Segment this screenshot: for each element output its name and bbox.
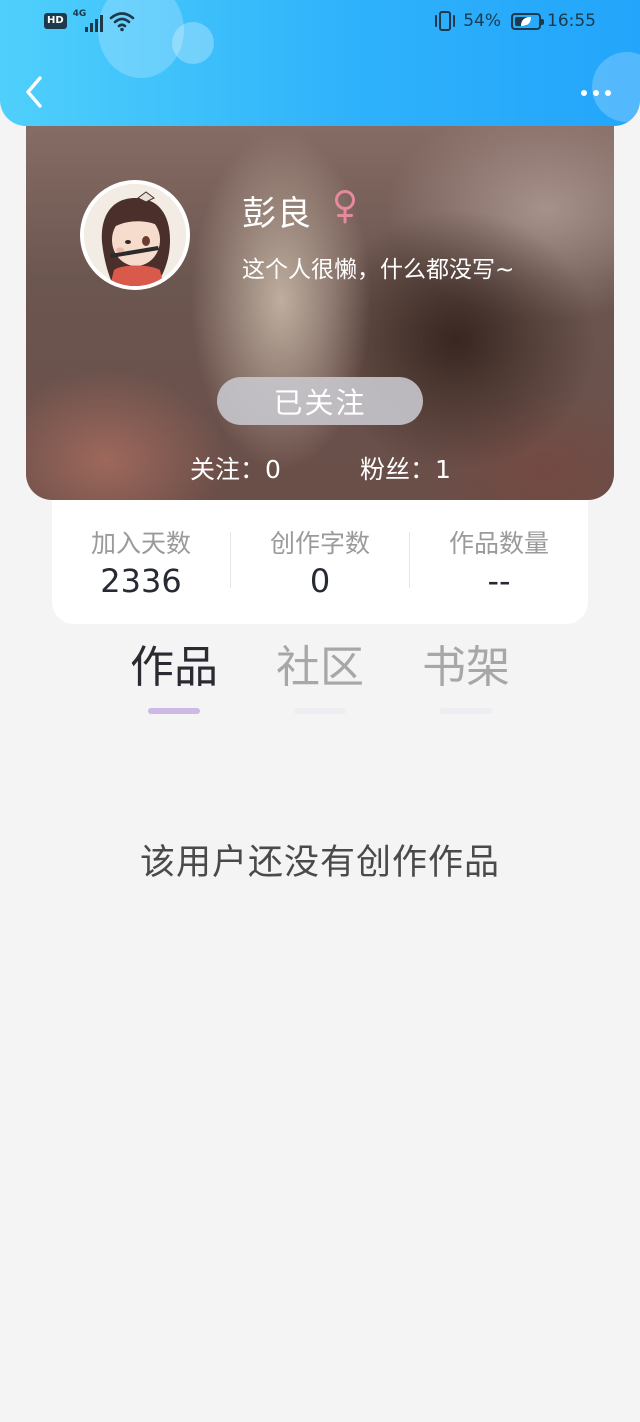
stat-word-count: 创作字数 0	[231, 500, 409, 624]
more-options-button[interactable]	[578, 78, 614, 108]
tab-indicator	[440, 708, 492, 714]
tab-label: 作品	[130, 642, 218, 693]
female-gender-icon	[335, 190, 355, 224]
empty-state-message: 该用户还没有创作作品	[139, 843, 500, 883]
tab-label: 书架	[422, 642, 510, 693]
stat-label: 创作字数	[269, 529, 370, 558]
battery-icon	[511, 12, 544, 30]
followed-button[interactable]: 已关注	[217, 377, 423, 425]
stat-value: 2336	[100, 562, 182, 600]
user-bio: 这个人很懒，什么都没写~	[242, 257, 515, 283]
tab-label: 社区	[276, 642, 364, 693]
hd-badge: HD	[44, 13, 67, 29]
stat-label: 作品数量	[448, 529, 549, 558]
status-bar: HD 4G 54% 16:55	[0, 0, 640, 44]
tab-indicator	[294, 708, 346, 714]
top-header: HD 4G 54% 16:55	[0, 0, 640, 126]
battery-percent: 54%	[463, 11, 501, 31]
back-button[interactable]	[22, 74, 48, 110]
content-tabs: 作品 社区 书架	[0, 636, 640, 726]
tab-bookshelf[interactable]: 书架	[406, 636, 526, 720]
avatar[interactable]	[80, 180, 190, 290]
vibrate-icon	[435, 11, 456, 31]
username: 彭良	[242, 194, 312, 234]
tab-works[interactable]: 作品	[114, 636, 234, 720]
following-count[interactable]: 关注：0	[190, 450, 281, 486]
stat-label: 加入天数	[90, 529, 191, 558]
profile-card: 彭良 这个人很懒，什么都没写~ 已关注 关注：0 粉丝：1	[26, 100, 614, 500]
stat-join-days: 加入天数 2336	[52, 500, 230, 624]
leaf-icon	[521, 16, 531, 26]
tab-indicator	[148, 708, 200, 714]
stat-works-count: 作品数量 --	[410, 500, 588, 624]
avatar-image	[84, 184, 186, 286]
cellular-signal-icon: 4G	[73, 9, 103, 32]
profile-screen: HD 4G 54% 16:55 彭良 这个人很懒，什么都没写~ 已关注 关注：0…	[0, 0, 640, 1422]
tab-community[interactable]: 社区	[260, 636, 380, 720]
user-stats-panel: 加入天数 2336 创作字数 0 作品数量 --	[52, 500, 588, 624]
wifi-icon	[109, 12, 134, 32]
fans-count[interactable]: 粉丝：1	[360, 450, 451, 486]
clock: 16:55	[547, 11, 596, 31]
stat-value: --	[487, 562, 511, 600]
stat-value: 0	[309, 562, 331, 600]
